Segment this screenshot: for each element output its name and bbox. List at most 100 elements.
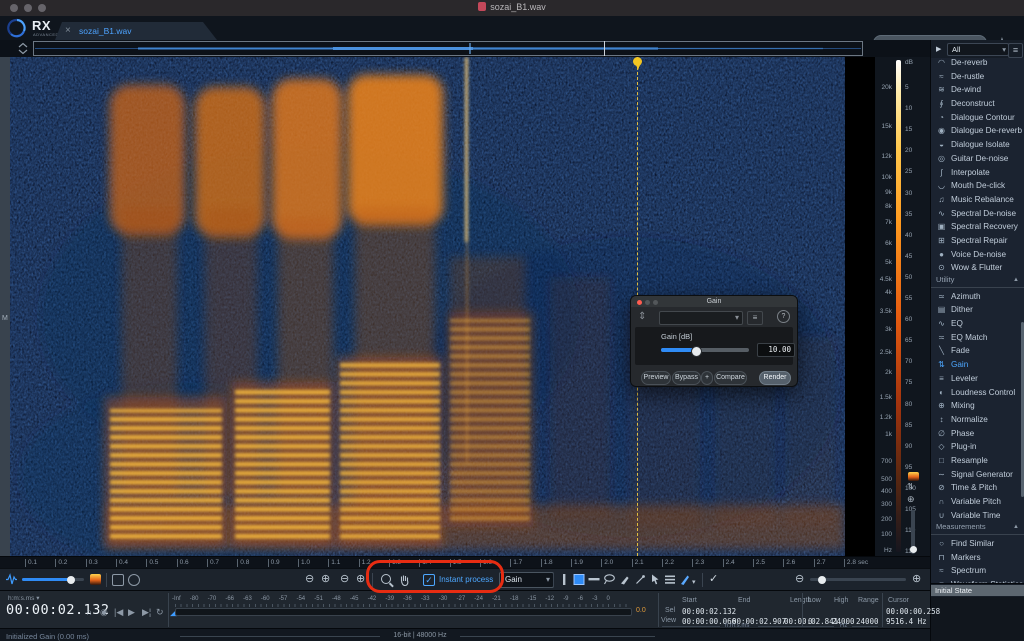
module-item-resample[interactable]: □ Resample — [931, 452, 1024, 466]
commit-selection-icon[interactable]: ✓ — [709, 573, 718, 586]
module-item-gain[interactable]: ⇅ Gain — [931, 356, 1024, 370]
module-item-spectral-repair[interactable]: ⊞ Spectral Repair — [931, 232, 1024, 246]
spectrogram-scale-icon[interactable] — [908, 472, 919, 481]
level-meter[interactable] — [175, 608, 632, 616]
gain-slider[interactable] — [661, 345, 749, 357]
module-item-wow-flutter[interactable]: ⊙ Wow & Flutter — [931, 259, 1024, 273]
zoom-out-time-icon[interactable]: ⊖ — [305, 573, 314, 586]
lasso-tool-icon[interactable] — [603, 573, 616, 586]
play-icon[interactable]: ▶ — [128, 607, 135, 618]
module-item-signal-generator[interactable]: ∼ Signal Generator — [931, 466, 1024, 480]
gain-value-field[interactable]: 10.00 — [757, 343, 795, 357]
module-item-plug-in[interactable]: ◇ Plug-in — [931, 438, 1024, 452]
module-panel-menu-button[interactable]: ≡ — [1008, 43, 1023, 58]
module-item-normalize[interactable]: ↕ Normalize — [931, 411, 1024, 425]
module-item-spectral-recovery[interactable]: ▣ Spectral Recovery — [931, 218, 1024, 232]
module-item-markers[interactable]: ⊓ Markers — [931, 549, 1024, 563]
preview-button[interactable]: Preview — [641, 371, 671, 385]
harmonics-selection-icon[interactable] — [664, 573, 676, 586]
instant-process-module-select[interactable]: Gain ▾ — [499, 572, 554, 588]
module-item-eq-match[interactable]: ≍ EQ Match — [931, 329, 1024, 343]
module-section-measurements[interactable]: Measurements ▲ — [931, 520, 1024, 536]
module-item-de-rustle[interactable]: ≈ De-rustle — [931, 68, 1024, 82]
skip-start-icon[interactable]: |◀ — [114, 607, 123, 618]
scale-mode-icon[interactable]: ⇅ — [907, 482, 914, 491]
file-tab[interactable]: × sozai_B1.wav — [55, 22, 217, 40]
composite-view-icon[interactable] — [112, 574, 124, 586]
section-collapse-icon[interactable]: ▲ — [1013, 520, 1019, 535]
time-frequency-selection-tool-icon[interactable] — [573, 573, 585, 586]
module-item-azimuth[interactable]: ≃ Azimuth — [931, 288, 1024, 302]
module-item-music-rebalance[interactable]: ♫ Music Rebalance — [931, 191, 1024, 205]
zoom-in-freq-icon[interactable]: ⊕ — [356, 573, 365, 586]
history-item-initial-state[interactable]: Initial State — [931, 585, 1024, 596]
module-item-de-wind[interactable]: ≋ De-wind — [931, 81, 1024, 95]
module-item-fade[interactable]: ╲ Fade — [931, 342, 1024, 356]
playhead-marker[interactable] — [633, 57, 642, 70]
play-selection-icon[interactable]: ▶¦ — [142, 607, 151, 618]
collapse-overview-icon[interactable] — [17, 42, 29, 55]
module-item-spectral-de-noise[interactable]: ∿ Spectral De-noise — [931, 205, 1024, 219]
loop-icon[interactable]: ↻ — [156, 607, 164, 618]
record-icon[interactable]: ◉ — [100, 607, 108, 618]
module-item-loudness-control[interactable]: ◐ Loudness Control — [931, 384, 1024, 398]
module-item-time-pitch[interactable]: ⊘ Time & Pitch — [931, 479, 1024, 493]
module-item-dialogue-isolate[interactable]: ◒ Dialogue Isolate — [931, 136, 1024, 150]
module-item-interpolate[interactable]: ∫ Interpolate — [931, 164, 1024, 178]
module-item-mixing[interactable]: ⊕ Mixing — [931, 397, 1024, 411]
adjust-selection-icon[interactable] — [649, 573, 661, 586]
zoom-out-freq-icon[interactable]: ⊖ — [340, 573, 349, 586]
module-item-dither[interactable]: ▤ Dither — [931, 301, 1024, 315]
vertical-zoom-knob[interactable] — [909, 546, 917, 553]
preset-select[interactable]: ▾ — [659, 311, 743, 325]
brush-tool-icon[interactable] — [619, 573, 631, 586]
module-item-deconstruct[interactable]: ∮ Deconstruct — [931, 95, 1024, 109]
module-filter-select[interactable]: All ▾ — [947, 43, 1009, 56]
blend-slider-knob[interactable] — [67, 575, 75, 584]
module-item-variable-pitch[interactable]: ∩ Variable Pitch — [931, 493, 1024, 507]
ruler-label-2-1: 2.1 — [631, 559, 644, 567]
pen-tool-icon[interactable] — [679, 573, 691, 586]
waveform-overview[interactable] — [0, 40, 930, 57]
preset-menu-button[interactable]: ≡ — [747, 311, 763, 325]
module-item-dialogue-contour[interactable]: ◔ Dialogue Contour — [931, 109, 1024, 123]
horizontal-zoom-knob[interactable] — [818, 575, 826, 584]
module-item-guitar-de-noise[interactable]: ◎ Guitar De-noise — [931, 150, 1024, 164]
playhead-options-icon[interactable] — [128, 574, 140, 586]
gain-dialog-titlebar[interactable]: Gain — [631, 296, 797, 307]
module-item-dialogue-de-reverb[interactable]: ◉ Dialogue De-reverb — [931, 122, 1024, 136]
module-item-mouth-de-click[interactable]: ◡ Mouth De-click — [931, 177, 1024, 191]
section-collapse-icon[interactable]: ▲ — [1013, 273, 1019, 288]
module-item-phase[interactable]: ∅ Phase — [931, 425, 1024, 439]
module-item-waveform-statistics[interactable]: ≡Waveform Statistics — [931, 576, 1024, 583]
horizontal-zoom-out-icon[interactable]: ⊖ — [795, 573, 804, 586]
module-section-utility[interactable]: Utility ▲ — [931, 273, 1024, 288]
module-item-find-similar[interactable]: ○ Find Similar — [931, 535, 1024, 549]
tab-close-icon[interactable]: × — [65, 25, 71, 36]
vertical-zoom-slider[interactable] — [909, 510, 917, 554]
waveform-spectrogram-blend-slider[interactable] — [22, 575, 84, 584]
tool-options-caret-icon[interactable]: ▾ — [692, 576, 696, 589]
bypass-options-button[interactable]: + — [701, 371, 713, 385]
help-icon[interactable]: ? — [777, 310, 790, 323]
time-format-select[interactable]: h:m:s.ms ▾ — [8, 594, 39, 602]
horizontal-zoom-slider[interactable] — [810, 575, 906, 584]
module-item-variable-time[interactable]: ∪ Variable Time — [931, 507, 1024, 521]
preview-play-icon[interactable]: ▶ — [936, 45, 941, 53]
bypass-button[interactable]: Bypass — [672, 371, 701, 385]
zoom-in-time-icon[interactable]: ⊕ — [321, 573, 330, 586]
render-button[interactable]: Render — [759, 371, 791, 385]
module-drag-icon[interactable]: ⇕ — [638, 311, 646, 322]
frequency-selection-tool-icon[interactable] — [588, 573, 600, 586]
compare-button[interactable]: Compare — [714, 371, 747, 385]
monitor-icon[interactable]: ∩ — [86, 607, 92, 617]
horizontal-zoom-in-icon[interactable]: ⊕ — [912, 573, 921, 586]
gain-slider-knob[interactable] — [691, 345, 702, 357]
time-selection-tool-icon[interactable] — [558, 573, 570, 586]
module-item-eq[interactable]: ∿ EQ — [931, 315, 1024, 329]
magic-wand-tool-icon[interactable] — [634, 573, 646, 586]
module-item-leveler[interactable]: ≡ Leveler — [931, 370, 1024, 384]
vertical-zoom-in-icon[interactable]: ⊕ — [907, 494, 915, 505]
module-item-voice-de-noise[interactable]: ● Voice De-noise — [931, 246, 1024, 260]
module-item-spectrum[interactable]: ≈ Spectrum — [931, 562, 1024, 576]
